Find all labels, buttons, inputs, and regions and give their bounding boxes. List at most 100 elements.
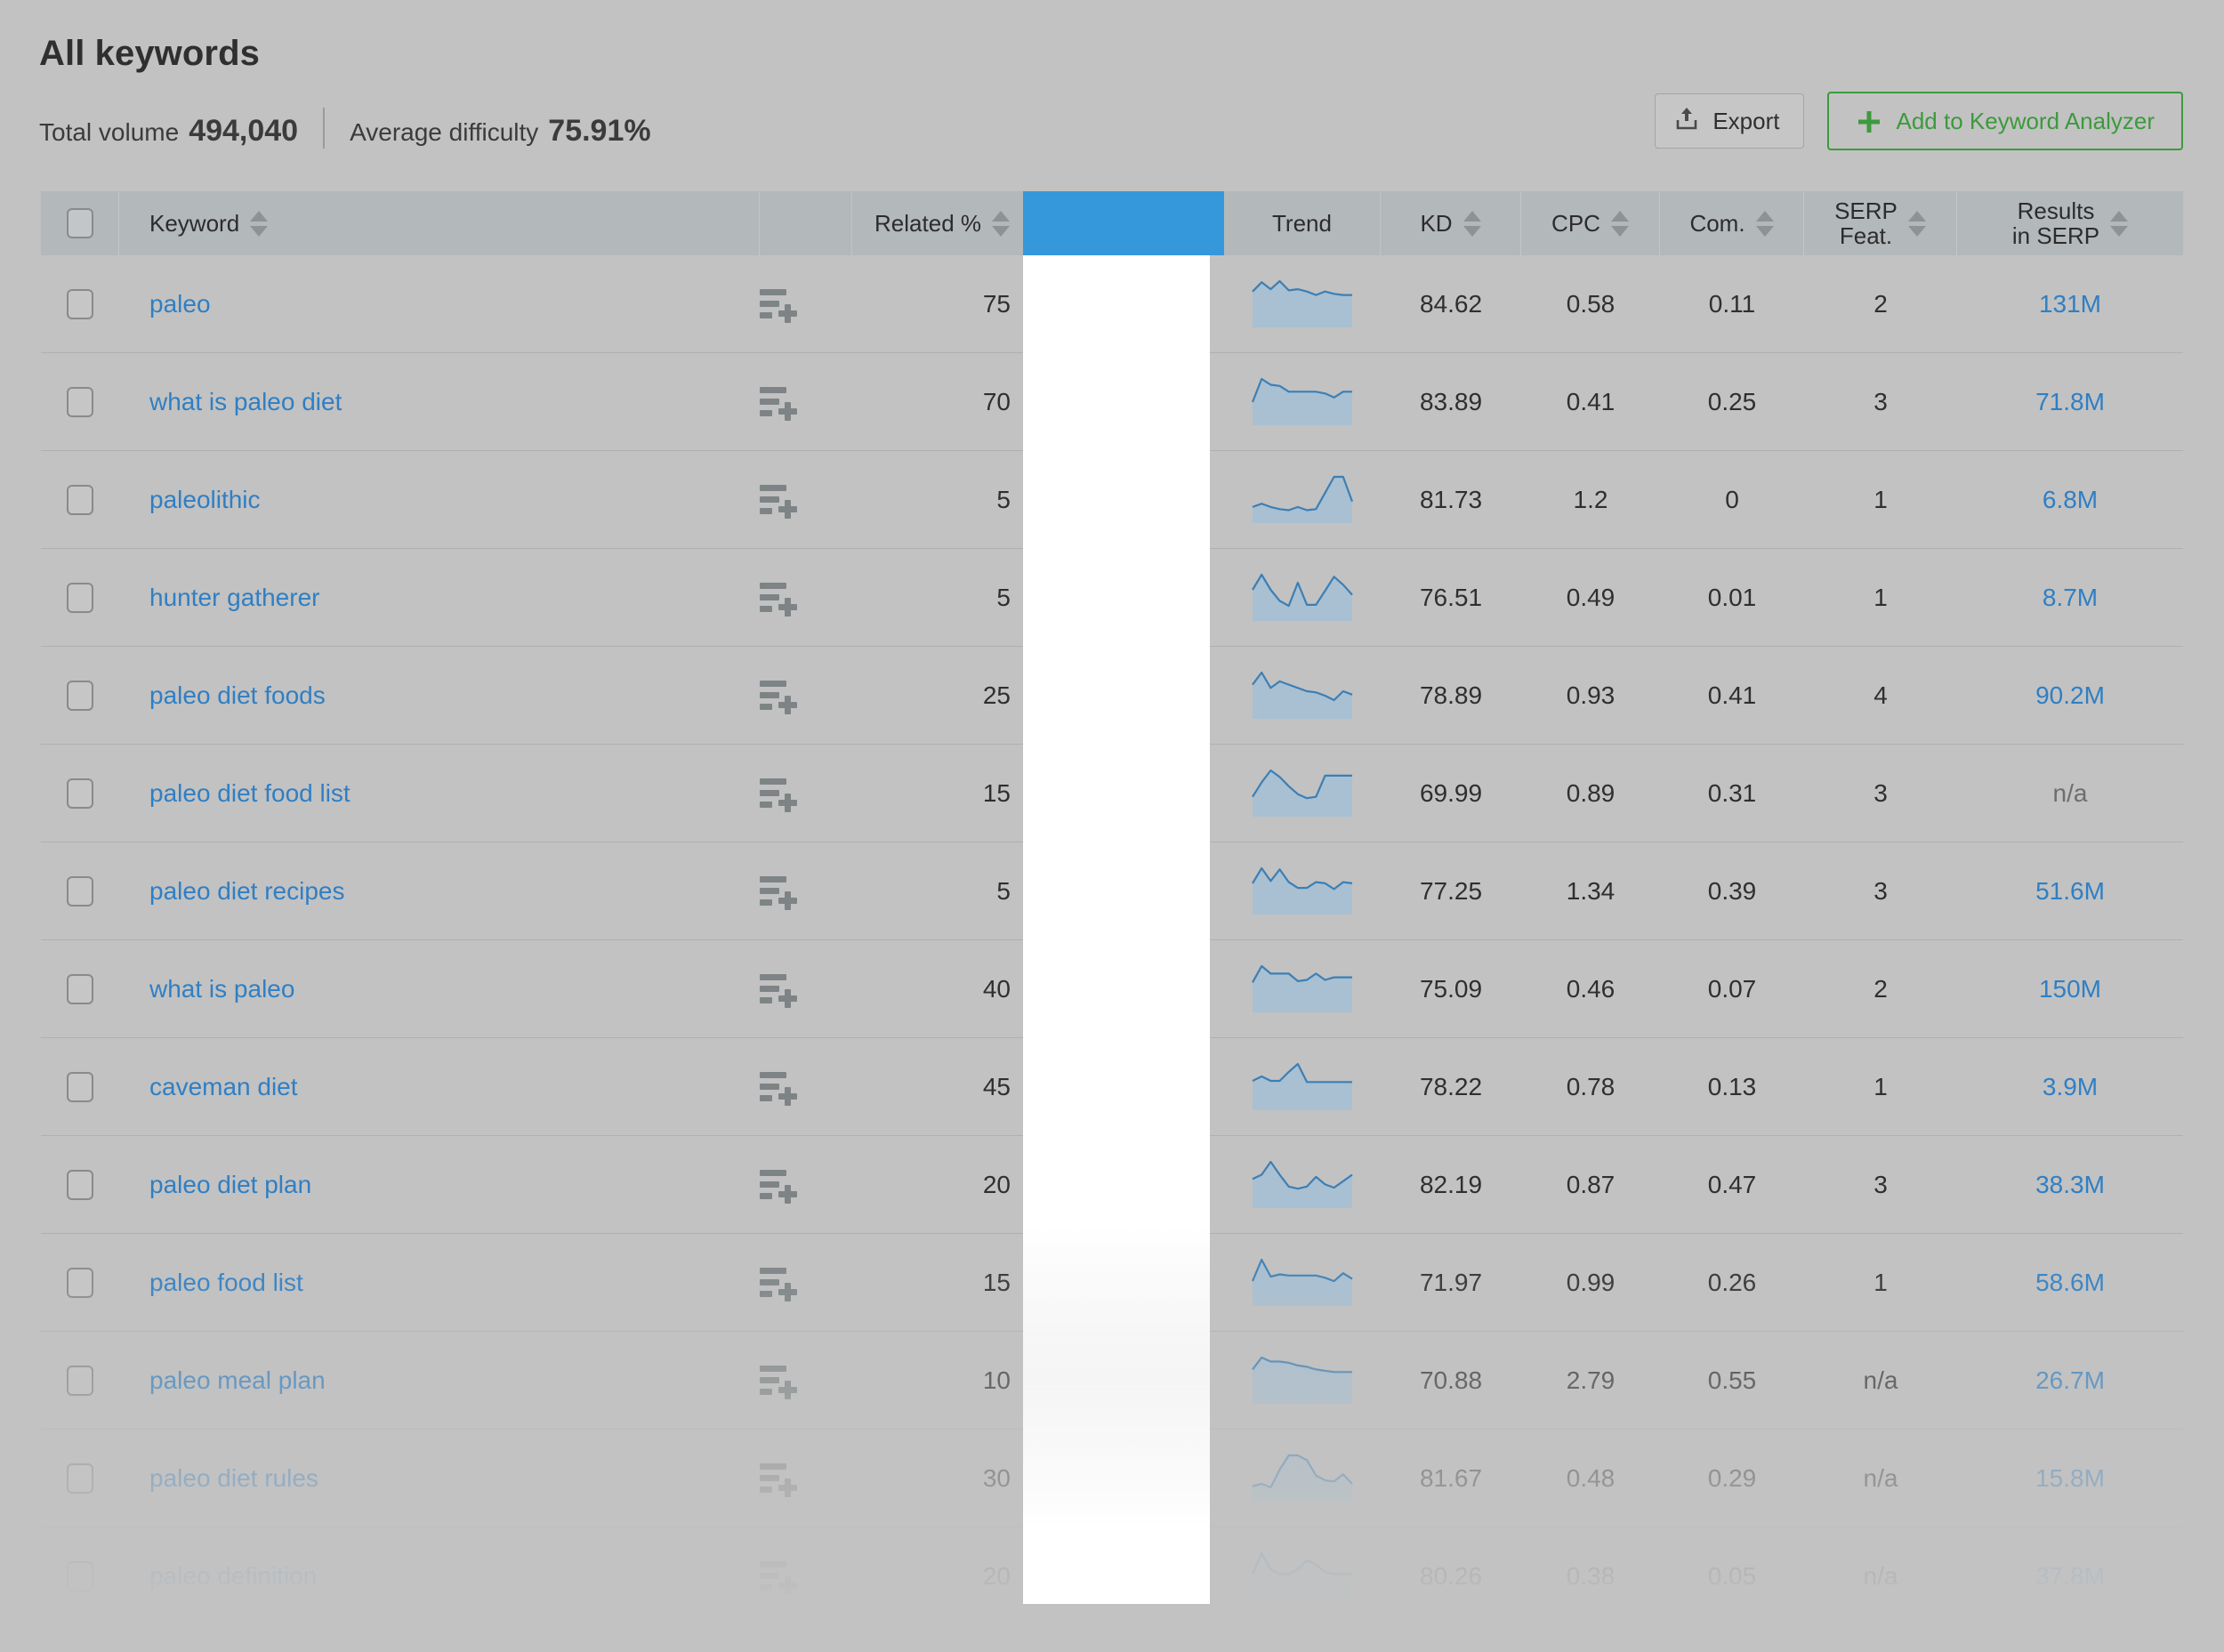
volume-cell: 74,000	[1117, 290, 1194, 318]
results-in-serp-value[interactable]: 8.7M	[2043, 584, 2098, 612]
add-to-list-icon[interactable]	[760, 384, 799, 421]
add-to-list-icon[interactable]	[760, 874, 799, 910]
results-in-serp-value[interactable]: 131M	[2039, 290, 2101, 318]
table-row[interactable]: paleo food list 15 8,100 71.97 0.99 0.26 1 58.6…	[41, 1234, 2183, 1332]
add-to-list-icon[interactable]	[760, 580, 799, 616]
add-to-list-icon[interactable]	[760, 1363, 799, 1399]
row-checkbox[interactable]	[67, 681, 93, 711]
results-in-serp-value[interactable]: 150M	[2039, 975, 2101, 1003]
row-checkbox[interactable]	[67, 485, 93, 515]
table-row[interactable]: hunter gatherer 5 14,800 76.51 0.49 0.01 1 8.7M	[41, 549, 2183, 647]
table-row[interactable]: what is paleo diet 70 40,500 83.89 0.41 0.25 3…	[41, 353, 2183, 451]
sort-arrows-icon[interactable]	[1907, 210, 1926, 237]
column-header-results-in-serp[interactable]: Results in SERP	[1957, 191, 2183, 255]
table-row[interactable]: paleo diet food list 15 9,900 69.99 0.89 0.31…	[41, 745, 2183, 842]
results-in-serp-value[interactable]: 90.2M	[2035, 681, 2105, 710]
add-to-list-icon[interactable]	[760, 1559, 799, 1595]
column-header-cpc[interactable]: CPC	[1521, 191, 1660, 255]
row-checkbox[interactable]	[67, 876, 93, 907]
related-percent-cell: 70	[982, 388, 1011, 415]
results-in-serp-value[interactable]: 15.8M	[2035, 1464, 2105, 1493]
sort-arrows-icon[interactable]	[1167, 210, 1186, 237]
results-in-serp-value[interactable]: 51.6M	[2035, 877, 2105, 906]
add-to-list-icon[interactable]	[760, 1069, 799, 1106]
kd-cell: 76.51	[1419, 584, 1483, 611]
results-in-serp-value[interactable]: 71.8M	[2035, 388, 2105, 416]
table-row[interactable]: what is paleo 40 9,900 75.09 0.46 0.07 2 150M	[41, 940, 2183, 1038]
add-to-list-icon[interactable]	[760, 286, 799, 323]
add-to-list-icon[interactable]	[760, 1167, 799, 1204]
keyword-link[interactable]: paleo definition	[149, 1562, 317, 1591]
keyword-link[interactable]: hunter gatherer	[149, 584, 319, 612]
column-header-keyword[interactable]: Keyword	[119, 191, 760, 255]
keyword-link[interactable]: paleo diet plan	[149, 1171, 311, 1199]
serp-features-cell: 3	[1873, 388, 1888, 415]
results-in-serp-value[interactable]: 58.6M	[2035, 1269, 2105, 1297]
keyword-link[interactable]: paleo food list	[149, 1269, 303, 1297]
keyword-link[interactable]: caveman diet	[149, 1073, 298, 1101]
keyword-link[interactable]: what is paleo	[149, 975, 294, 1003]
row-checkbox[interactable]	[67, 1268, 93, 1298]
add-to-list-icon[interactable]	[760, 1461, 799, 1497]
row-checkbox[interactable]	[67, 289, 93, 319]
add-to-list-icon[interactable]	[760, 482, 799, 519]
row-checkbox[interactable]	[67, 1366, 93, 1396]
table-row[interactable]: paleo diet foods 25 12,100 78.89 0.93 0.41 4 90…	[41, 647, 2183, 745]
results-in-serp-value[interactable]: 38.3M	[2035, 1171, 2105, 1199]
cpc-cell: 0.48	[1566, 1464, 1616, 1492]
row-checkbox[interactable]	[67, 1170, 93, 1200]
row-checkbox[interactable]	[67, 1463, 93, 1494]
column-header-serp-features[interactable]: SERP Feat.	[1804, 191, 1957, 255]
table-row[interactable]: paleolithic 5 18,100 81.73 1.2 0 1 6.8M	[41, 451, 2183, 549]
table-row[interactable]: paleo definition 20 80.26 0.38 0.05 n/a 37.8M	[41, 1527, 2183, 1625]
keyword-link[interactable]: what is paleo diet	[149, 388, 342, 416]
add-to-keyword-analyzer-button[interactable]: Add to Keyword Analyzer	[1826, 92, 2183, 150]
select-all-checkbox[interactable]	[66, 208, 93, 238]
row-checkbox[interactable]	[67, 778, 93, 809]
add-to-list-cell	[760, 842, 852, 940]
keyword-link[interactable]: paleolithic	[149, 486, 261, 514]
table-row[interactable]: paleo diet plan 20 8,100 82.19 0.87 0.47 3 38.3…	[41, 1136, 2183, 1234]
column-header-com[interactable]: Com.	[1660, 191, 1804, 255]
keyword-link[interactable]: paleo diet food list	[149, 779, 351, 808]
sort-arrows-icon[interactable]	[1463, 210, 1481, 237]
results-in-serp-value[interactable]: 6.8M	[2043, 486, 2098, 514]
sort-arrows-icon[interactable]	[1610, 210, 1629, 237]
sort-arrows-icon[interactable]	[1755, 210, 1774, 237]
sort-arrows-icon[interactable]	[992, 210, 1010, 237]
row-checkbox[interactable]	[67, 387, 93, 417]
sort-arrows-icon[interactable]	[250, 210, 269, 237]
keyword-link[interactable]: paleo diet recipes	[149, 877, 344, 906]
table-row[interactable]: paleo diet recipes 5 9,900 77.25 1.34 0.39 3 51…	[41, 842, 2183, 940]
cpc-cell: 2.79	[1566, 1366, 1616, 1394]
column-header-volume[interactable]: Volume	[1041, 191, 1224, 255]
results-in-serp-value[interactable]: 37.8M	[2035, 1562, 2105, 1591]
average-difficulty-value: 75.91%	[548, 114, 651, 148]
keyword-link[interactable]: paleo meal plan	[149, 1366, 326, 1395]
column-header-kd[interactable]: KD	[1381, 191, 1521, 255]
column-header-related[interactable]: Related %	[852, 191, 1041, 255]
row-checkbox[interactable]	[67, 583, 93, 613]
add-to-list-cell	[760, 451, 852, 549]
cpc-cell: 0.58	[1566, 290, 1616, 318]
sort-arrows-icon[interactable]	[2110, 210, 2129, 237]
add-to-list-icon[interactable]	[760, 1265, 799, 1301]
add-to-list-icon[interactable]	[760, 678, 799, 714]
row-checkbox[interactable]	[67, 974, 93, 1004]
add-to-list-icon[interactable]	[760, 776, 799, 812]
results-in-serp-cell: 90.2M	[1957, 647, 2183, 745]
table-row[interactable]: paleo diet rules 30 81.67 0.48 0.29 n/a 15.8M	[41, 1430, 2183, 1527]
export-button[interactable]: Export	[1655, 93, 1804, 149]
row-checkbox[interactable]	[67, 1072, 93, 1102]
keyword-link[interactable]: paleo diet rules	[149, 1464, 318, 1493]
keyword-link[interactable]: paleo diet foods	[149, 681, 326, 710]
table-row[interactable]: caveman diet 45 8,100 78.22 0.78 0.13 1 3.9M	[41, 1038, 2183, 1136]
row-checkbox[interactable]	[67, 1561, 93, 1592]
table-row[interactable]: paleo 75 74,000 84.62 0.58 0.11 2 131M	[41, 255, 2183, 353]
results-in-serp-value[interactable]: 3.9M	[2043, 1073, 2098, 1101]
results-in-serp-value[interactable]: 26.7M	[2035, 1366, 2105, 1395]
keyword-link[interactable]: paleo	[149, 290, 211, 318]
table-row[interactable]: paleo meal plan 10 6,600 70.88 2.79 0.55 n/a 26…	[41, 1332, 2183, 1430]
keyword-cell: paleo meal plan	[119, 1332, 760, 1430]
add-to-list-icon[interactable]	[760, 971, 799, 1008]
